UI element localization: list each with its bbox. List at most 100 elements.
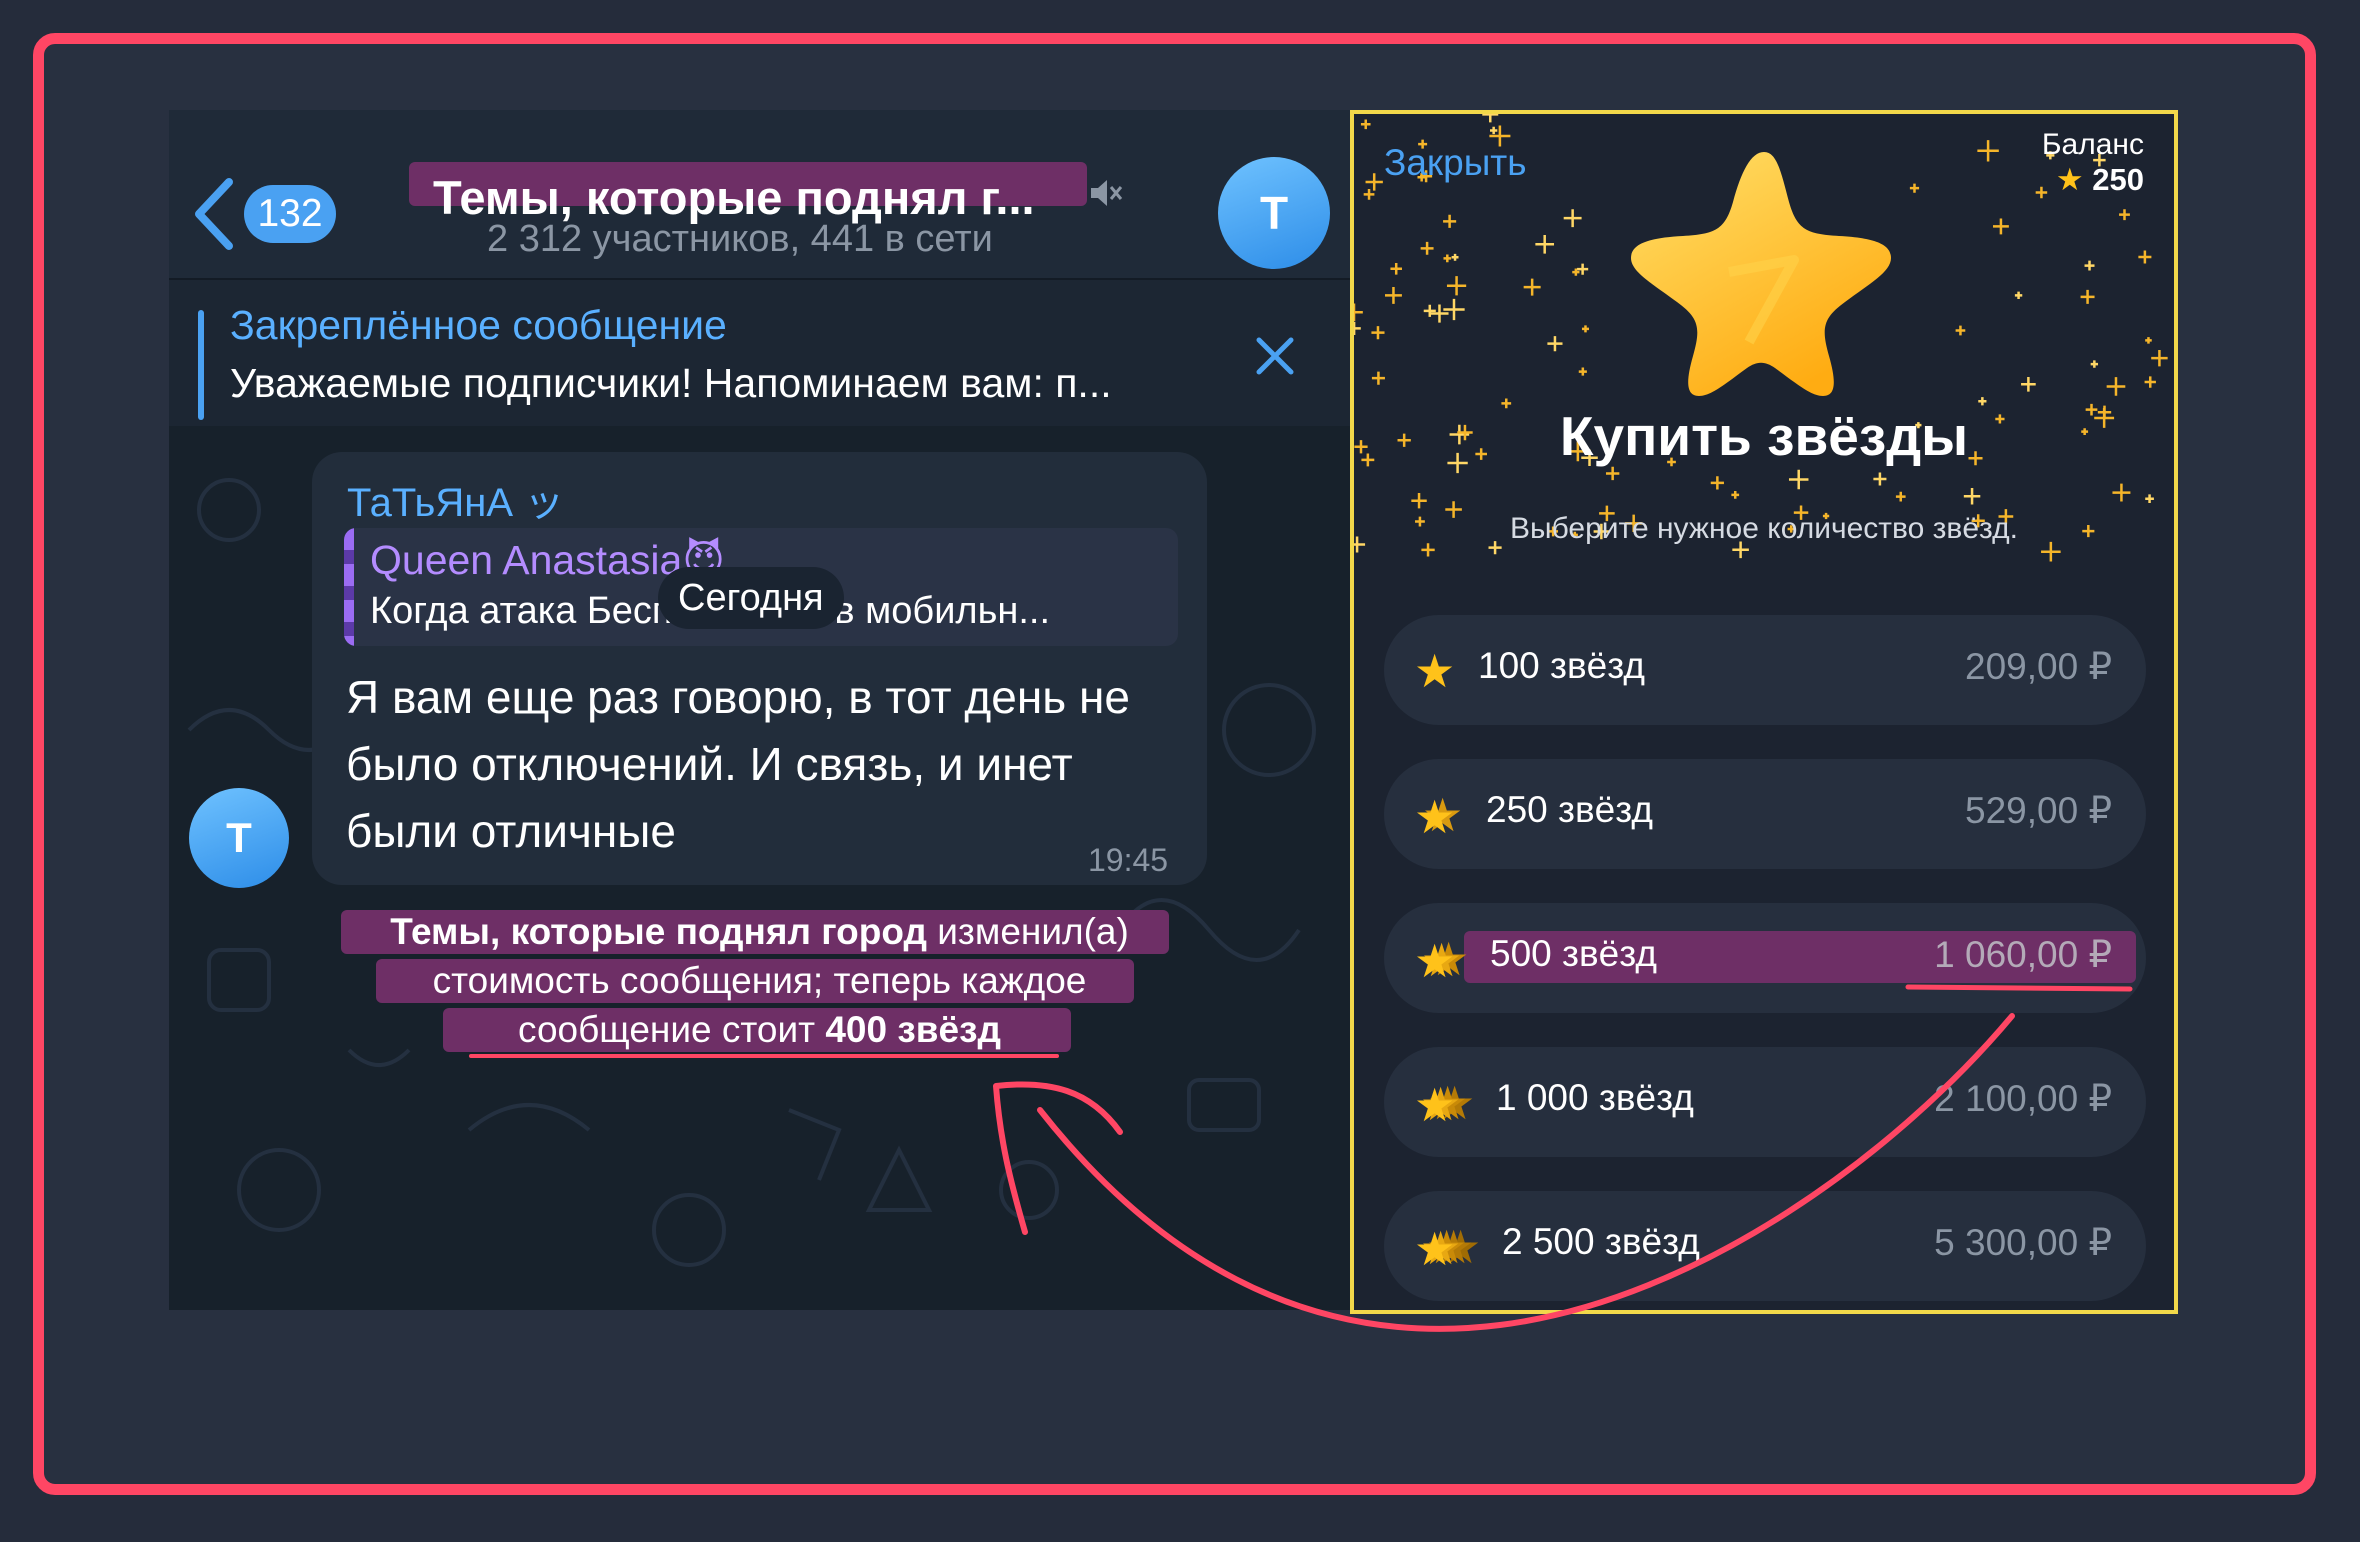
star-stack-icon: ★ <box>1414 645 1455 695</box>
sparkle <box>2035 186 2048 199</box>
star-option-250[interactable]: ★ ★ 250 звёзд 529,00 ₽ <box>1384 759 2146 869</box>
service-underline <box>469 1054 1059 1058</box>
sparkle <box>1365 173 1383 191</box>
message-time: 19:45 <box>1088 842 1169 878</box>
sparkle <box>1731 491 1740 499</box>
sparkle <box>1788 469 1809 490</box>
sparkle <box>1443 298 1465 321</box>
service-line-1-rest: изменил(а) <box>926 911 1129 952</box>
buy-stars-subtitle: Выберите нужное количество звёзд. <box>1510 512 2018 545</box>
sparkle <box>1581 325 1589 333</box>
option-label: 100 звёзд <box>1478 645 1645 686</box>
sender-avatar[interactable]: T <box>189 788 289 888</box>
option-price: 209,00 ₽ <box>1965 646 2112 687</box>
date-chip: Сегодня <box>658 567 844 629</box>
message-sender[interactable]: ТаТьЯнА ッ <box>347 470 564 528</box>
chat-members-subtitle: 2 312 участников, 441 в сети <box>487 218 993 260</box>
balance-amount: 250 <box>2092 162 2144 197</box>
sparkle <box>1385 286 1402 304</box>
service-line-2: стоимость сообщения; теперь каждое <box>432 960 1087 1001</box>
sparkle <box>1490 126 1498 135</box>
sparkle <box>2090 360 2099 368</box>
sparkle <box>1547 336 1563 352</box>
sparkle <box>1451 253 1459 261</box>
sparkle <box>2112 483 2131 502</box>
star-stack-icon: ★★ <box>1414 789 1463 839</box>
option-label: 250 звёзд <box>1486 789 1653 830</box>
chat-screen: 132 Темы, которые поднял г... 2 312 учас… <box>169 110 1350 1310</box>
svg-text:★: ★ <box>1414 1223 1455 1271</box>
service-price: 400 звёзд <box>825 1009 1001 1050</box>
message-text: Я вам еще раз говорю, в тот день не было… <box>346 671 1130 857</box>
svg-text:★: ★ <box>1414 935 1455 983</box>
close-button[interactable]: Закрыть <box>1384 142 1527 184</box>
option-price: 5 300,00 ₽ <box>1934 1222 2112 1263</box>
service-chat-name: Темы, которые поднял город <box>390 911 927 952</box>
sparkle <box>1955 325 1966 336</box>
chat-header: 132 Темы, которые поднял г... 2 312 учас… <box>169 110 1350 280</box>
sparkle <box>1535 234 1555 254</box>
sparkle <box>2106 377 2126 396</box>
sparkle <box>2145 337 2152 344</box>
back-chevron-icon[interactable] <box>191 176 235 252</box>
service-line-3-start: сообщение стоит <box>518 1009 826 1050</box>
sparkle <box>1446 276 1467 296</box>
sparkle <box>1563 209 1582 228</box>
star-option-1000[interactable]: ★ ★ ★ ★ 1 000 звёзд 2 100,00 ₽ <box>1384 1047 2146 1157</box>
star-option-2500[interactable]: ★ ★ ★ ★ ★ 2 500 звёзд 5 300,00 ₽ <box>1384 1191 2146 1301</box>
sparkle <box>2014 291 2023 300</box>
sparkle <box>2144 376 2156 388</box>
balance-value: ★ 250 <box>2056 162 2144 198</box>
sparkle <box>1363 189 1375 200</box>
sparkle <box>1430 304 1449 323</box>
buy-stars-title: Купить звёзды <box>1559 405 1969 467</box>
star-option-500[interactable]: ★ ★ ★ 500 звёзд 1 060,00 ₽ <box>1384 903 2146 1013</box>
star-stack-icon: ★★★★ <box>1414 1077 1475 1127</box>
sparkle <box>1371 326 1385 340</box>
service-line-3: сообщение стоит 400 звёзд <box>169 1006 1350 1054</box>
pinned-title: Закреплённое сообщение <box>230 302 727 348</box>
sparkle <box>1443 254 1452 263</box>
sparkle <box>2151 349 2168 367</box>
svg-text:★: ★ <box>1414 791 1455 839</box>
star-option-100[interactable]: ★ 100 звёзд 209,00 ₽ <box>1384 615 2146 725</box>
option-label: 500 звёзд <box>1490 933 1657 974</box>
sparkle <box>1873 472 1887 486</box>
chat-avatar[interactable]: T <box>1218 157 1330 269</box>
sparkle <box>1909 183 1920 193</box>
close-icon[interactable] <box>1255 336 1295 376</box>
sparkle <box>1710 476 1724 490</box>
option-label: 2 500 звёзд <box>1502 1221 1700 1262</box>
sparkle <box>1895 491 1906 502</box>
sparkle <box>1963 488 1981 505</box>
star-icon: ★ <box>2055 162 2084 197</box>
sparkle <box>2021 376 2036 392</box>
sparkle <box>2145 494 2154 504</box>
muted-speaker-icon <box>1091 180 1123 206</box>
pinned-text: Уважаемые подписчики! Напоминаем вам: п.… <box>230 360 1112 406</box>
message-bubble[interactable]: ТаТьЯнА ッ Queen Anastasia😈 Когда атака Б… <box>312 452 1207 885</box>
sparkle <box>1354 321 1361 336</box>
option-price: 2 100,00 ₽ <box>1934 1078 2112 1119</box>
sparkle <box>1354 303 1363 322</box>
sparkle <box>1993 218 2009 235</box>
option-price: 1 060,00 ₽ <box>1934 934 2112 975</box>
sparkle <box>1482 114 1499 123</box>
star-stack-icon: ★★★ <box>1414 933 1469 983</box>
star-stack-icon: ★★★★★ <box>1414 1221 1481 1271</box>
pinned-message-bar[interactable]: Закреплённое сообщение Уважаемые подписч… <box>169 280 1350 426</box>
sparkle <box>2080 289 2095 304</box>
buy-stars-sheet: Закрыть Баланс ★ 250 Купить звёзды Выбер… <box>1350 110 2178 1314</box>
sparkle <box>1423 304 1436 317</box>
sparkle <box>2119 209 2130 221</box>
sparkle <box>1360 119 1371 130</box>
sparkle <box>1411 492 1427 509</box>
sparkle <box>1578 367 1587 376</box>
option-price: 529,00 ₽ <box>1965 790 2112 831</box>
pinned-accent-bar <box>198 310 204 420</box>
sparkle <box>1443 214 1457 228</box>
sparkle <box>1371 371 1385 385</box>
sparkle <box>1420 241 1434 255</box>
service-line-1: Темы, которые поднял город изменил(а) <box>169 908 1350 956</box>
unread-count-badge[interactable]: 132 <box>244 185 336 243</box>
